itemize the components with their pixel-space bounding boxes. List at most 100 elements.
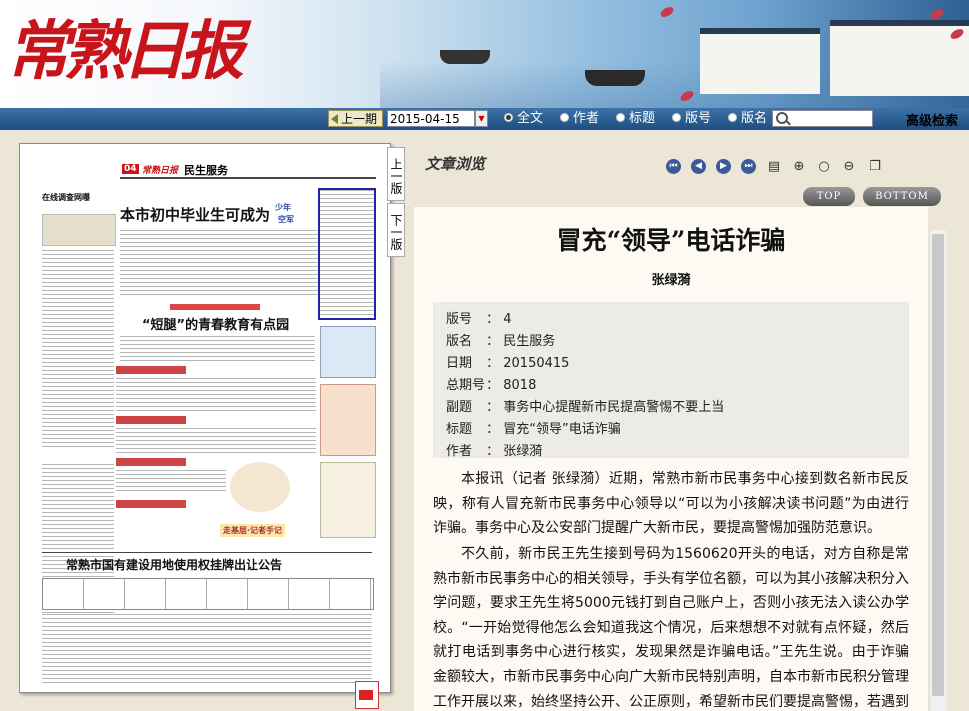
- meta-value: 事务中心提醒新市民提高警惕不要上当: [503, 400, 725, 415]
- left-column-text: [42, 250, 114, 450]
- ad-block: [320, 384, 376, 456]
- search-option-label: 版名: [741, 111, 768, 126]
- petal-decoration: [658, 5, 676, 19]
- meta-row: 副题 ： 事务中心提醒新市民提高警惕不要上当: [446, 396, 724, 415]
- meta-row: 版名 ： 民生服务: [446, 330, 555, 349]
- article-paragraph: 本报讯（记者 张绿漪）近期，常熟市新市民事务中心接到数名新市民反映，称有人冒充新…: [433, 471, 909, 537]
- ad-block: [320, 462, 376, 538]
- search-input[interactable]: [772, 110, 873, 127]
- section-banner: [170, 304, 260, 310]
- article-title: 冒充“领导”电话诈骗: [556, 226, 786, 255]
- zoom-reset-icon[interactable]: ○: [816, 159, 832, 175]
- meta-key: 日期: [446, 356, 473, 371]
- zoom-in-icon[interactable]: ⊕: [791, 159, 807, 175]
- newspaper-logo[interactable]: 常熟日报: [6, 2, 244, 102]
- meta-value: 冒充“领导”电话诈骗: [503, 422, 621, 437]
- search-option-label: 全文: [517, 111, 544, 126]
- banner-house: [830, 20, 969, 96]
- previous-issue-label: 上一期: [341, 112, 378, 126]
- meta-row: 版号 ： 4: [446, 308, 512, 327]
- subsection-text: [116, 428, 316, 456]
- subsection-label: [116, 416, 186, 424]
- subsection-text: [116, 470, 226, 494]
- promo-banner: 走基层·记者手记: [220, 524, 286, 537]
- banner-boat: [585, 70, 645, 86]
- next-article-icon[interactable]: ▶: [716, 159, 731, 174]
- calendar-dropdown-button[interactable]: ▼: [475, 110, 488, 127]
- page-number-badge: 04: [122, 164, 139, 174]
- meta-key: 版号: [446, 312, 473, 327]
- meta-value: 4: [503, 312, 512, 327]
- scroll-bottom-button[interactable]: BOTTOM: [863, 187, 941, 206]
- radio-icon: [728, 113, 737, 122]
- search-option-page-name[interactable]: 版名: [728, 111, 767, 127]
- search-icon: [776, 112, 788, 124]
- left-column-heading: 在线调查网曝: [42, 193, 90, 202]
- left-column-image: [42, 214, 116, 246]
- search-option-label: 作者: [573, 111, 600, 126]
- meta-value: 8018: [503, 378, 537, 393]
- notice-table: [42, 578, 374, 610]
- search-option-label: 版号: [685, 111, 712, 126]
- scrollbar-thumb[interactable]: [932, 234, 944, 696]
- meta-key: 版名: [446, 334, 473, 349]
- notice-rule: [42, 552, 372, 553]
- copy-icon[interactable]: ❐: [867, 159, 883, 175]
- meta-key: 副题: [446, 400, 473, 415]
- search-option-author[interactable]: 作者: [560, 111, 599, 127]
- meta-key: 作者: [446, 444, 473, 459]
- radio-icon: [616, 113, 625, 122]
- radio-icon: [672, 113, 681, 122]
- banner-boat: [440, 50, 490, 64]
- pdf-logo: [359, 690, 373, 700]
- advanced-search-link[interactable]: 高级检索: [906, 110, 958, 129]
- selected-article-hotspot[interactable]: [318, 188, 376, 320]
- search-option-label: 标题: [629, 111, 656, 126]
- article-paragraph: 不久前，新市民王先生接到号码为1560620开头的电话，对方自称是常熟市新市民事…: [433, 546, 909, 710]
- search-option-page-number[interactable]: 版号: [672, 111, 711, 127]
- arrow-left-icon: [331, 114, 338, 124]
- article-scrollbar[interactable]: [929, 230, 946, 711]
- previous-article-icon[interactable]: ◀: [691, 159, 706, 174]
- article-metadata: 版号 ： 4 版名 ： 民生服务 日期 ： 20150415 总期号 ： 801…: [433, 302, 909, 459]
- previous-issue-button[interactable]: 上一期: [328, 110, 383, 127]
- pdf-download-icon[interactable]: [355, 681, 379, 709]
- second-story-text: [120, 336, 315, 364]
- radio-selected-icon: [504, 113, 513, 122]
- main-story-text: [120, 230, 320, 298]
- petal-decoration: [928, 7, 946, 21]
- next-page-button[interactable]: 下一版: [387, 203, 405, 257]
- first-article-icon[interactable]: ⏮: [666, 159, 681, 174]
- newspaper-page-viewer[interactable]: 04 常熟日报 民生服务 在线调查网曝 本市初中毕业生可成为 少年 空军 “短腿…: [19, 143, 391, 693]
- masthead-rule: [120, 177, 376, 179]
- meta-key: 总期号: [446, 378, 486, 393]
- meta-value: 民生服务: [503, 334, 556, 349]
- meta-value: 张绿漪: [503, 444, 543, 459]
- meta-value: 20150415: [503, 356, 570, 371]
- page-paper-name: 常熟日报: [142, 166, 179, 176]
- banner-house: [700, 28, 820, 94]
- meta-row: 标题 ： 冒充“领导”电话诈骗: [446, 418, 621, 437]
- subsection-label: [116, 366, 186, 374]
- cartoon-image: [230, 462, 290, 512]
- article-list-icon[interactable]: ▤: [766, 159, 782, 175]
- subsection-label: [116, 500, 186, 508]
- search-option-fulltext[interactable]: 全文: [504, 111, 543, 127]
- subsection-label: [116, 458, 186, 466]
- page-section-name: 民生服务: [184, 164, 228, 177]
- zoom-out-icon[interactable]: ⊖: [841, 159, 857, 175]
- page-headline-tag: 空军: [278, 215, 294, 224]
- subsection-text: [116, 378, 316, 414]
- page-headline-tag: 少年: [275, 203, 291, 212]
- page-headline-second: “短腿”的青春教育有点园: [142, 318, 290, 333]
- page-headline-bottom: 常熟市国有建设用地使用权挂牌出让公告: [66, 558, 283, 572]
- search-option-title[interactable]: 标题: [616, 111, 655, 127]
- radio-icon: [560, 113, 569, 122]
- last-article-icon[interactable]: ⏭: [741, 159, 756, 174]
- notice-text: [42, 614, 372, 684]
- page-headline-main: 本市初中毕业生可成为: [120, 206, 271, 224]
- scroll-top-button[interactable]: TOP: [803, 187, 855, 206]
- date-input[interactable]: 2015-04-15: [387, 110, 475, 127]
- prev-page-button[interactable]: 上一版: [387, 147, 405, 201]
- viewer-title: 文章浏览: [425, 155, 486, 173]
